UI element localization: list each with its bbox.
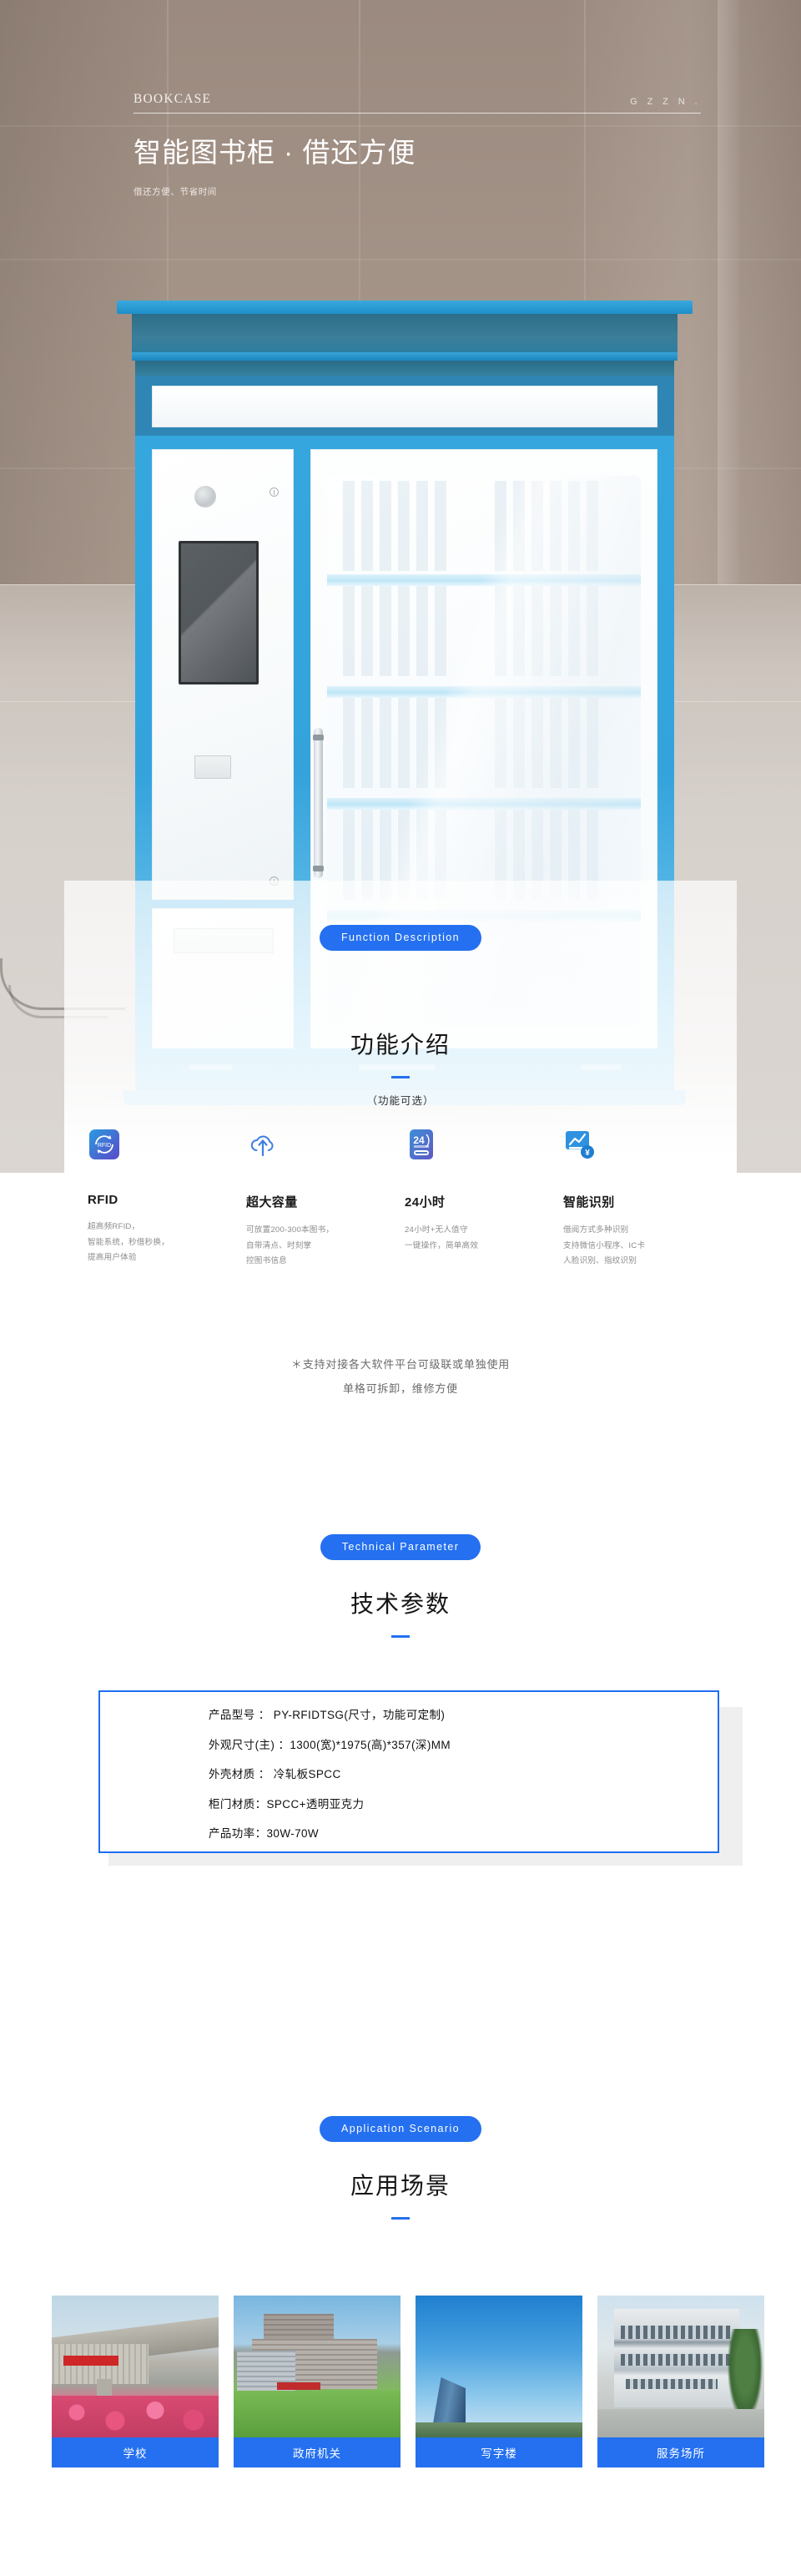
application-card[interactable]: 写字楼 [416,2296,582,2467]
function-description-pill[interactable]: Function Description [320,925,481,951]
hero-subtitle: 借还方便、节省时间 [134,187,217,197]
function-footnote: ＊支持对接各大软件平台可级联或单独使用 单格可拆卸，维修方便 [0,1352,801,1402]
function-section-title: 功能介绍 [350,1032,451,1058]
technical-parameter-pill[interactable]: Technical Parameter [320,1534,481,1560]
application-card[interactable]: 服务场所 [597,2296,764,2467]
card-reader-slot [194,755,231,779]
kiosk-touchscreen [179,541,259,684]
application-card-label: 学校 [52,2437,219,2467]
spec-item: 外壳材质 ： 冷轧板SPCC [209,1768,341,1780]
hero-divider [134,113,701,114]
kiosk-light-box-banner [152,386,657,427]
rfid-icon: RFID [89,1129,119,1159]
application-card-label: 政府机关 [234,2437,400,2467]
application-title-underline [391,2217,410,2220]
spec-item: 柜门材质：SPCC+透明亚克力 [209,1797,365,1811]
kiosk-canopy-gap [135,361,674,376]
feature-title: 超大容量 [246,1195,298,1210]
application-section-title: 应用场景 [350,2173,451,2199]
cloud-upload-icon [248,1129,278,1159]
spec-item: 外观尺寸(主) ：1300(宽)*1975(高)*357(深)MM [209,1738,451,1751]
government-building-photo [234,2296,400,2437]
function-title-underline [391,1076,410,1078]
application-card-label: 写字楼 [416,2437,582,2467]
footnote-line-1: ＊支持对接各大软件平台可级联或单独使用 [290,1358,511,1371]
kiosk-canopy-underside [132,314,678,352]
kiosk-canopy-top [117,301,693,314]
feature-item-24h: 24 24小时 24小时+无人值守 一键操作，简单高效 [405,1129,563,1270]
camera-lens-icon [194,486,216,508]
feature-description: 24小时+无人值守 一键操作，简单高效 [405,1225,479,1250]
feature-title: 智能识别 [563,1195,615,1210]
product-detail-page: BOOKCASE G Z Z N . 智能图书柜 · 借还方便 借还方便、节省时… [0,0,801,2576]
application-card[interactable]: 政府机关 [234,2296,400,2467]
brand-mark: G Z Z N . [630,97,701,107]
feature-description: 超高频RFID， 智能系统，秒借秒换， 提高用户体验 [88,1222,169,1263]
lock-icon-top [270,487,279,497]
application-scenario-pill[interactable]: Application Scenario [320,2116,481,2142]
feature-description: 可放置200-300本图书， 自带清点、时刻掌 控图书信息 [246,1225,335,1266]
feature-item-capacity: 超大容量 可放置200-300本图书， 自带清点、时刻掌 控图书信息 [246,1129,405,1270]
door-handle [313,728,324,878]
hero-eyebrow: BOOKCASE [134,92,212,106]
smart-recognition-icon: ¥ [565,1129,595,1159]
svg-text:24: 24 [413,1134,425,1146]
feature-grid: RFID RFID 超高频RFID， 智能系统，秒借秒换， 提高用户体验 超大容… [88,1129,722,1270]
spec-item: 产品功率：30W-70W [209,1827,320,1840]
feature-title: RFID [88,1193,118,1207]
hero-text-block: BOOKCASE G Z Z N . 智能图书柜 · 借还方便 借还方便、节省时… [134,92,701,198]
svg-text:¥: ¥ [585,1149,590,1158]
spec-item: 产品型号 ： PY-RFIDTSG(尺寸，功能可定制) [209,1709,446,1721]
page-title: 智能图书柜 · 借还方便 [134,137,416,168]
office-tower-photo [416,2296,582,2437]
footnote-line-2: 单格可拆卸，维修方便 [342,1382,458,1396]
application-card[interactable]: 学校 [52,2296,219,2467]
technical-title-underline [391,1635,410,1638]
service-center-photo [597,2296,764,2437]
feature-title: 24小时 [405,1195,446,1210]
svg-text:RFID: RFID [98,1143,111,1149]
feature-item-rfid: RFID RFID 超高频RFID， 智能系统，秒借秒换， 提高用户体验 [88,1129,246,1270]
application-card-list: 学校 政府机关 写字楼 服务场所 [52,2296,764,2467]
feature-item-recognition: ¥ 智能识别 借阅方式多种识别 支持微信小程序、IC卡 人脸识别、指纹识别 [563,1129,722,1270]
spec-list: 产品型号 ： PY-RFIDTSG(尺寸，功能可定制) 外观尺寸(主) ：130… [209,1710,451,1858]
function-optional-note: （功能可选） [366,1095,435,1107]
feature-description: 借阅方式多种识别 支持微信小程序、IC卡 人脸识别、指纹识别 [563,1225,646,1266]
application-card-label: 服务场所 [597,2437,764,2467]
kiosk-canopy-lip [132,352,678,361]
24-hours-icon: 24 [406,1129,436,1159]
university-campus-photo [52,2296,219,2437]
technical-section-title: 技术参数 [350,1591,451,1617]
